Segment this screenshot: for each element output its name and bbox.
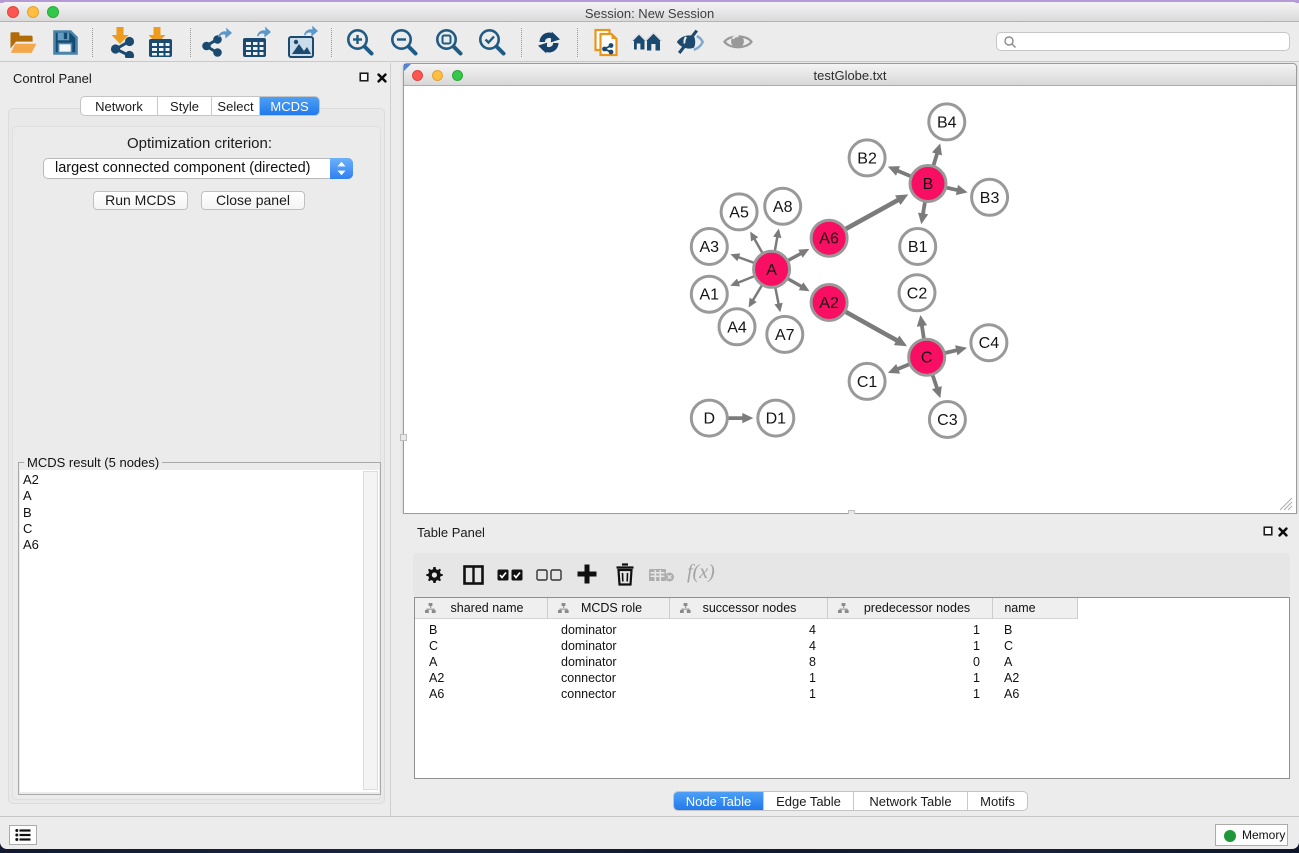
svg-text:C1: C1 <box>857 374 878 391</box>
svg-text:A7: A7 <box>775 327 795 344</box>
svg-text:B4: B4 <box>937 114 957 131</box>
svg-text:C: C <box>921 350 933 367</box>
svg-text:A3: A3 <box>700 239 720 256</box>
svg-text:D1: D1 <box>766 411 787 428</box>
svg-text:A: A <box>766 262 777 279</box>
svg-text:D: D <box>704 411 716 428</box>
svg-text:A6: A6 <box>819 231 839 248</box>
svg-text:A8: A8 <box>773 199 793 216</box>
svg-text:B3: B3 <box>980 190 1000 207</box>
svg-text:A2: A2 <box>819 295 839 312</box>
svg-text:A1: A1 <box>700 287 720 304</box>
svg-text:B1: B1 <box>908 239 928 256</box>
svg-text:A4: A4 <box>727 319 747 336</box>
svg-text:A5: A5 <box>729 204 749 221</box>
svg-text:C3: C3 <box>937 412 958 429</box>
svg-text:B: B <box>923 176 934 193</box>
svg-text:C4: C4 <box>979 335 1000 352</box>
svg-text:B2: B2 <box>857 150 877 167</box>
svg-text:C2: C2 <box>907 285 928 302</box>
